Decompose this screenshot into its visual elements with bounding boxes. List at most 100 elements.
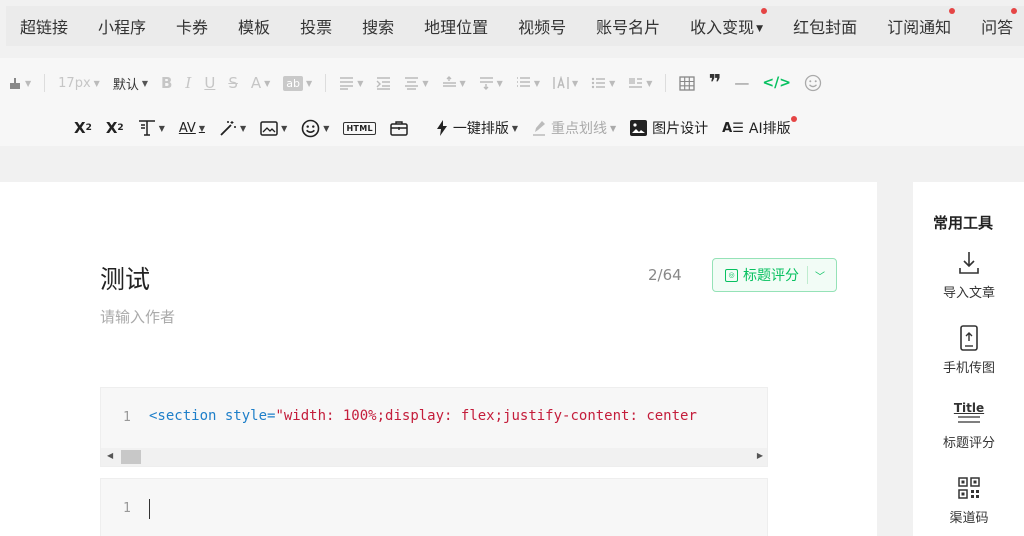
scroll-left-icon[interactable]: ◀ bbox=[107, 451, 113, 460]
tool-phone-upload[interactable]: 手机传图 bbox=[933, 323, 1005, 376]
caret-down-icon: ▼ bbox=[357, 78, 364, 88]
menu-item-red-packet-cover[interactable]: 红包封面 bbox=[793, 14, 857, 38]
text-lines-icon bbox=[958, 416, 980, 423]
author-input[interactable]: 请输入作者 bbox=[100, 306, 175, 327]
code-string: "width: 100%;display: flex;justify-conte… bbox=[275, 408, 697, 424]
caret-down-icon: ▼ bbox=[459, 78, 466, 88]
paragraph-spacing-button[interactable]: ▼ bbox=[442, 71, 466, 95]
insert-image-button[interactable]: ▼ bbox=[260, 115, 287, 141]
caret-down-icon: ▼ bbox=[93, 78, 100, 88]
format-painter-button[interactable]: ▼ bbox=[8, 71, 31, 95]
tool-channel-code[interactable]: 渠道码 bbox=[933, 473, 1005, 526]
code-attribute: style= bbox=[216, 408, 276, 424]
letter-spacing-adjust-button[interactable]: AV ▼ bbox=[179, 115, 205, 141]
sticker-button[interactable]: ▼ bbox=[301, 115, 329, 141]
align-button[interactable]: ▼ bbox=[339, 71, 363, 95]
bullet-list-button[interactable]: ▼ bbox=[591, 71, 615, 95]
superscript-button[interactable]: X2 bbox=[74, 115, 92, 141]
bold-button[interactable]: B bbox=[161, 71, 172, 95]
float-button[interactable]: ▼ bbox=[628, 71, 652, 95]
phone-upload-icon bbox=[960, 325, 978, 351]
menu-item-monetization[interactable]: 收入变现 ▼ bbox=[690, 8, 768, 38]
qr-code-icon bbox=[958, 477, 980, 499]
font-size-select[interactable]: 17px ▼ bbox=[58, 71, 100, 95]
code-block[interactable]: 1 bbox=[100, 478, 768, 536]
tool-import-article[interactable]: 导入文章 bbox=[933, 248, 1005, 301]
quote-button[interactable]: ❞ bbox=[708, 71, 721, 96]
font-color-button[interactable]: A ▼ bbox=[251, 71, 270, 95]
menu-item-template[interactable]: 模板 bbox=[238, 14, 270, 38]
highlighter-icon bbox=[533, 121, 546, 136]
scrollbar-thumb[interactable] bbox=[121, 450, 141, 464]
caret-down-icon: ▼ bbox=[141, 78, 148, 88]
horizontal-scrollbar[interactable]: ◀ ▶ bbox=[101, 448, 767, 466]
one-click-layout-button[interactable]: 一键排版 ▼ bbox=[436, 115, 518, 141]
briefcase-icon bbox=[390, 121, 408, 136]
image-design-button[interactable]: 图片设计 bbox=[630, 115, 708, 141]
menu-item-channels[interactable]: 视频号 bbox=[518, 14, 566, 38]
caret-down-icon: ▼ bbox=[264, 78, 271, 88]
tools-panel-title: 常用工具 bbox=[933, 214, 994, 232]
paragraph-spacing-after-button[interactable]: ▼ bbox=[479, 71, 503, 95]
code-block-button[interactable]: </> bbox=[762, 71, 791, 95]
spacing-icon bbox=[479, 77, 493, 90]
subscript-button[interactable]: X2 bbox=[106, 115, 124, 141]
italic-button[interactable]: I bbox=[185, 71, 191, 95]
tool-title-score[interactable]: Title 标题评分 bbox=[933, 398, 1005, 451]
chevron-down-icon: ﹀ bbox=[815, 271, 825, 283]
menu-item-search[interactable]: 搜索 bbox=[362, 14, 394, 38]
align-left-icon bbox=[340, 77, 354, 90]
menu-item-hyperlink[interactable]: 超链接 bbox=[20, 14, 68, 38]
lightning-icon bbox=[436, 120, 447, 136]
insert-table-button[interactable] bbox=[679, 71, 696, 95]
menu-item-location[interactable]: 地理位置 bbox=[424, 14, 488, 38]
caret-down-icon: ▼ bbox=[571, 78, 579, 88]
caret-down-icon: ▼ bbox=[306, 78, 313, 88]
toolbar-divider bbox=[325, 74, 327, 92]
indent-button[interactable] bbox=[376, 71, 391, 95]
magic-wand-button[interactable]: ▼ bbox=[219, 115, 246, 141]
highlight-underline-button[interactable]: 重点划线 ▼ bbox=[532, 115, 616, 141]
title-score-button[interactable]: ◎ 标题评分 ﹀ bbox=[712, 258, 837, 292]
caret-down-icon: ▼ bbox=[610, 123, 617, 133]
divider-button[interactable]: — bbox=[734, 71, 749, 95]
menu-item-account-card[interactable]: 账号名片 bbox=[596, 14, 660, 38]
underline-button[interactable]: U bbox=[204, 71, 215, 95]
menu-item-vote[interactable]: 投票 bbox=[300, 14, 332, 38]
line-spacing-button[interactable]: ▼ bbox=[404, 71, 429, 95]
menu-item-mini-program[interactable]: 小程序 bbox=[98, 14, 146, 38]
letter-spacing-icon bbox=[553, 76, 569, 89]
background-color-button[interactable]: ab ▼ bbox=[283, 71, 312, 95]
caret-down-icon: ▼ bbox=[239, 123, 247, 133]
code-line[interactable]: <section style="width: 100%;display: fle… bbox=[149, 408, 697, 424]
emoji-button[interactable] bbox=[804, 71, 822, 95]
caret-down-icon: ▼ bbox=[25, 78, 32, 88]
code-block[interactable]: 1 <section style="width: 100%;display: f… bbox=[100, 387, 768, 467]
menu-item-subscribe-notice[interactable]: 订阅通知 bbox=[887, 8, 956, 38]
caret-down-icon: ▼ bbox=[158, 123, 165, 133]
score-icon: ◎ bbox=[725, 268, 738, 282]
notification-dot bbox=[1011, 8, 1018, 14]
scroll-right-icon[interactable]: ▶ bbox=[757, 451, 763, 460]
text-height-button[interactable]: ▼ bbox=[138, 115, 165, 141]
caret-down-icon: ▼ bbox=[646, 78, 653, 88]
format-toolbar-row-2: X2 X2 ▼ AV ▼ ▼ ▼ ▼ HTML 一键排版 ▼ 重点划线 ▼ 图片设计 … bbox=[74, 114, 805, 142]
caret-down-icon: ▼ bbox=[756, 23, 764, 34]
letter-spacing-button[interactable]: ▼ bbox=[553, 71, 578, 95]
strikethrough-button[interactable]: S bbox=[228, 71, 238, 95]
notification-dot bbox=[761, 8, 768, 14]
ai-layout-button[interactable]: A☰ AI排版 bbox=[722, 115, 797, 141]
article-title[interactable]: 测试 bbox=[100, 260, 150, 296]
menu-item-qa[interactable]: 问答 bbox=[981, 8, 1018, 38]
font-family-select[interactable]: 默认 ▼ bbox=[113, 71, 148, 95]
line-spacing-icon bbox=[405, 77, 419, 90]
article-editor: 测试 2/64 ◎ 标题评分 ﹀ 请输入作者 1 <section style=… bbox=[0, 182, 877, 536]
list-indent-button[interactable]: ▼ bbox=[516, 71, 540, 95]
toolbox-button[interactable] bbox=[390, 115, 408, 141]
insert-html-button[interactable]: HTML bbox=[343, 115, 376, 141]
line-number: 1 bbox=[123, 501, 131, 516]
text-height-icon bbox=[138, 120, 155, 136]
image-icon bbox=[260, 120, 278, 136]
menu-item-coupon[interactable]: 卡券 bbox=[176, 14, 208, 38]
caret-down-icon: ▼ bbox=[198, 123, 205, 133]
